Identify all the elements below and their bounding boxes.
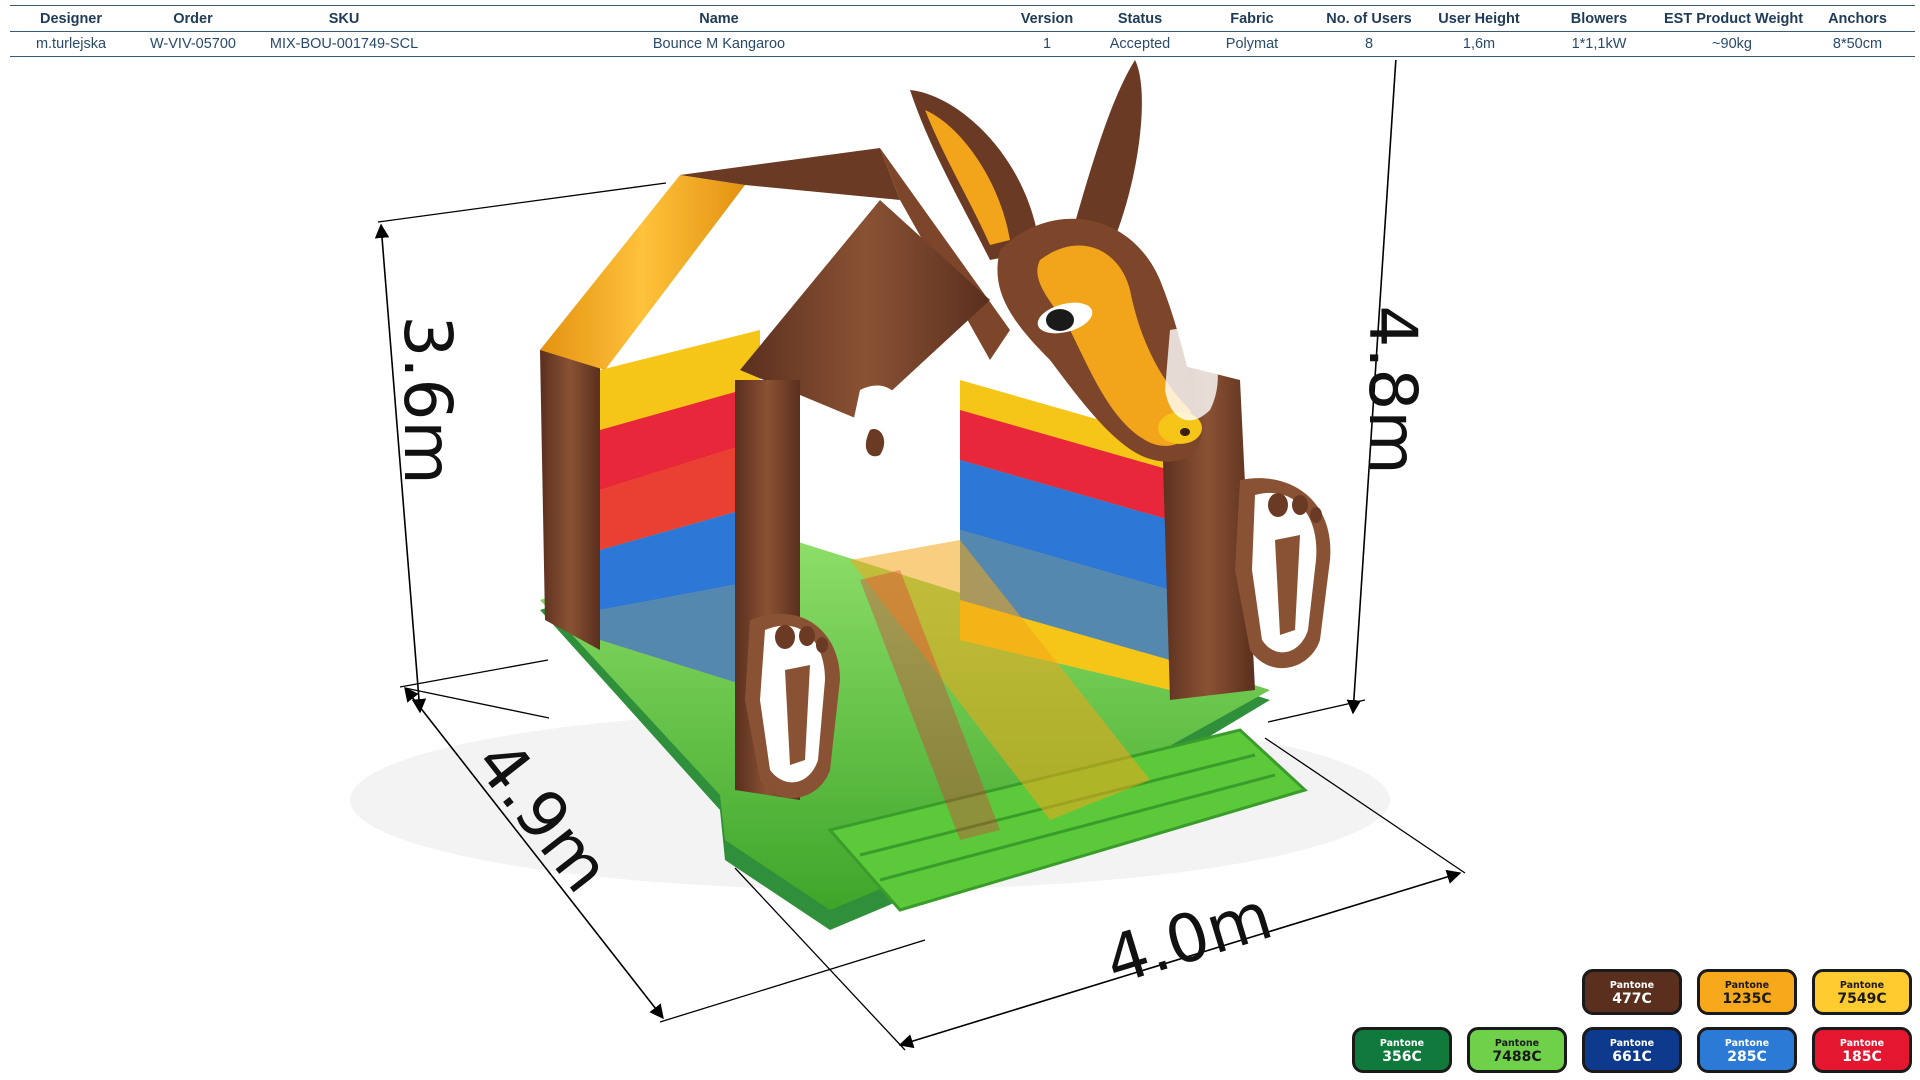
product-render: 3.6m 4.8m 4.9m 4.0m (350, 60, 1466, 1051)
value-anchors: 8*50cm (1832, 36, 1883, 52)
pantone-code: 661C (1612, 1049, 1652, 1065)
value-fabric: Polymat (1225, 36, 1279, 52)
pantone-swatch-356c: Pantone 356C (1352, 1027, 1452, 1073)
dimension-height-total-label: 4.8m (1354, 305, 1431, 474)
value-weight: ~90kg (1712, 36, 1752, 52)
pantone-brand: Pantone (1839, 980, 1885, 991)
pantone-code: 285C (1727, 1049, 1767, 1065)
header-version: Version (1020, 11, 1074, 27)
dimension-height-front-label: 3.6m (389, 315, 466, 484)
header-name: Name (699, 11, 739, 27)
pantone-swatch-477c: Pantone 477C (1582, 969, 1682, 1015)
pantone-code: 185C (1842, 1049, 1882, 1065)
spec-header-row: Designer Order SKU Name Version Status F… (10, 7, 1915, 32)
value-status: Accepted (1109, 36, 1171, 52)
value-name: Bounce M Kangaroo (652, 36, 786, 52)
header-sku: SKU (328, 11, 360, 27)
pantone-code: 1235C (1722, 991, 1772, 1007)
value-order: W-VIV-05700 (150, 36, 236, 52)
header-order: Order (173, 11, 213, 27)
pantone-swatch-661c: Pantone 661C (1582, 1027, 1682, 1073)
pantone-brand: Pantone (1724, 1038, 1770, 1049)
dimension-width-label: 4.0m (1096, 877, 1280, 1000)
pantone-code: 356C (1382, 1049, 1422, 1065)
header-blowers: Blowers (1570, 11, 1628, 27)
pantone-swatch-1235c: Pantone 1235C (1697, 969, 1797, 1015)
pantone-swatch-285c: Pantone 285C (1697, 1027, 1797, 1073)
pantone-code: 477C (1612, 991, 1652, 1007)
value-users: 8 (1364, 36, 1374, 52)
pantone-code: 7488C (1492, 1049, 1542, 1065)
value-blowers: 1*1,1kW (1571, 36, 1627, 52)
spec-table: Designer Order SKU Name Version Status F… (10, 5, 1915, 57)
pantone-swatch-185c: Pantone 185C (1812, 1027, 1912, 1073)
value-sku: MIX-BOU-001749-SCL (269, 36, 419, 52)
header-weight: EST Product Weight (1664, 11, 1804, 27)
pantone-brand: Pantone (1379, 1038, 1425, 1049)
header-status: Status (1117, 11, 1163, 27)
pantone-swatch-7549c: Pantone 7549C (1812, 969, 1912, 1015)
header-fabric: Fabric (1230, 11, 1274, 27)
pantone-brand: Pantone (1609, 1038, 1655, 1049)
header-anchors: Anchors (1828, 11, 1887, 27)
value-version: 1 (1042, 36, 1052, 52)
pantone-brand: Pantone (1839, 1038, 1885, 1049)
pantone-code: 7549C (1837, 991, 1887, 1007)
pantone-brand: Pantone (1494, 1038, 1540, 1049)
value-designer: m.turlejska (35, 36, 107, 52)
header-users: No. of Users (1326, 11, 1412, 27)
value-user-height: 1,6m (1462, 36, 1496, 52)
header-designer: Designer (39, 11, 103, 27)
pantone-swatch-7488c: Pantone 7488C (1467, 1027, 1567, 1073)
spec-value-row: m.turlejska W-VIV-05700 MIX-BOU-001749-S… (10, 32, 1915, 56)
pantone-brand: Pantone (1724, 980, 1770, 991)
pantone-brand: Pantone (1609, 980, 1655, 991)
header-user-height: User Height (1438, 11, 1520, 27)
